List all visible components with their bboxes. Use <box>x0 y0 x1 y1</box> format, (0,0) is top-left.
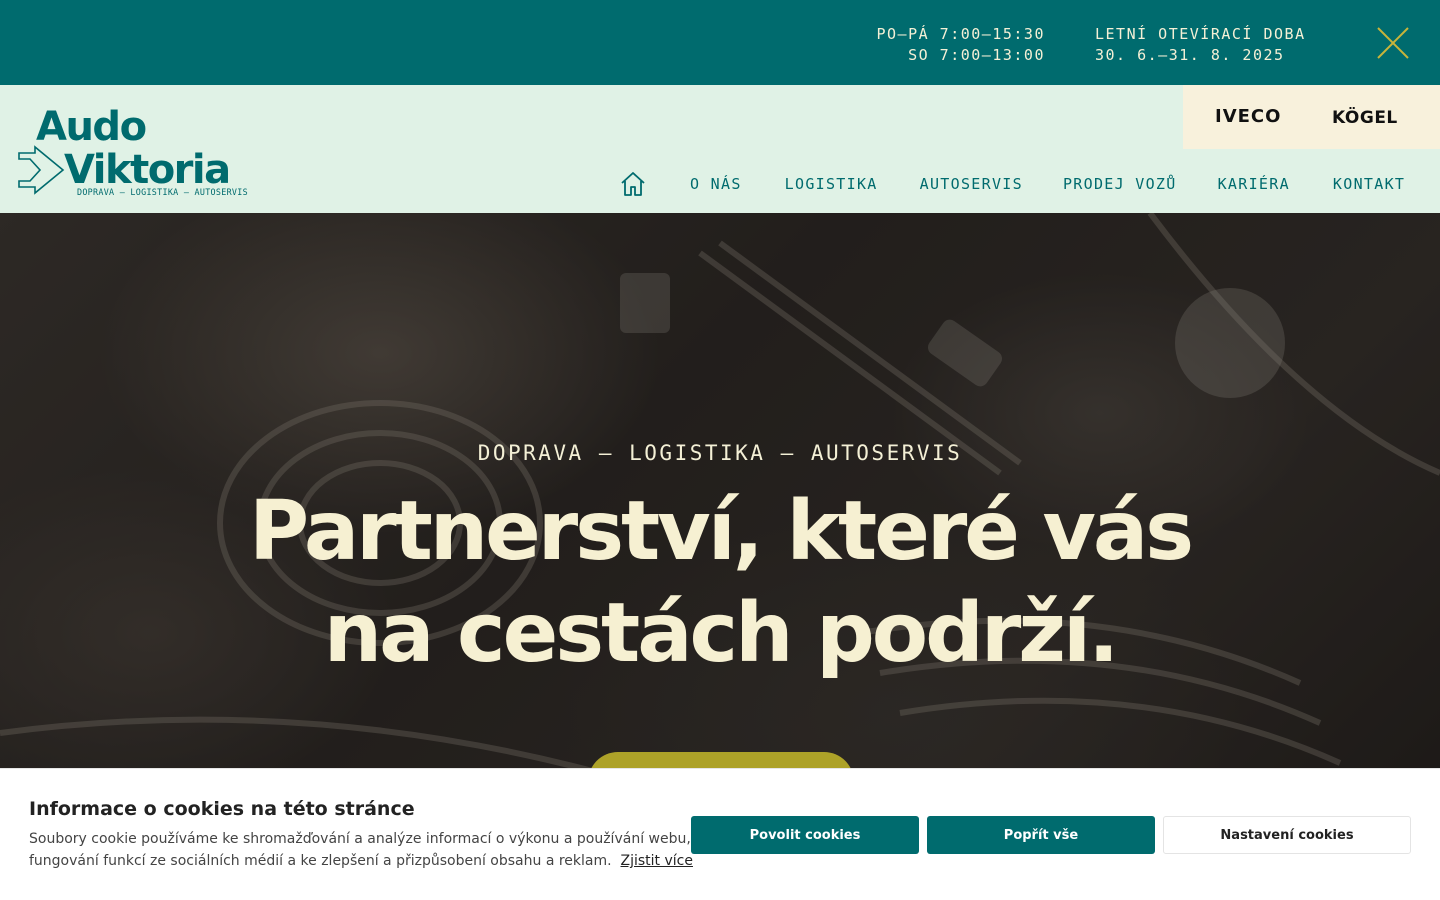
cookie-description: Soubory cookie používáme ke shromažďován… <box>29 831 691 869</box>
nav-item-logistika[interactable]: LOGISTIKA <box>785 175 878 193</box>
logo-line1: Audo <box>36 104 146 150</box>
nav-item-o-nas[interactable]: O NÁS <box>690 175 742 193</box>
logo[interactable]: Audo Viktoria DOPRAVA — LOGISTIKA — AUTO… <box>18 103 278 198</box>
nav-item-kariera[interactable]: KARIÉRA <box>1218 175 1290 193</box>
hero-title-line1: Partnerství, které vás <box>248 484 1194 579</box>
site-header: Audo Viktoria DOPRAVA — LOGISTIKA — AUTO… <box>0 85 1440 213</box>
cookie-learn-more-link[interactable]: Zjistit více <box>621 853 693 869</box>
cookie-settings-button[interactable]: Nastavení cookies <box>1163 816 1411 854</box>
hero-title: Partnerství, které vás na cestách podrží… <box>0 481 1440 685</box>
cookie-banner: Informace o cookies na této stránce Soub… <box>0 768 1440 900</box>
summer-hours-dates: 30. 6.—31. 8. 2025 <box>1095 46 1285 64</box>
home-icon[interactable] <box>620 171 646 197</box>
hours-weekday: PO—PÁ 7:00—15:30 <box>876 25 1045 43</box>
cookie-title: Informace o cookies na této stránce <box>29 798 415 820</box>
cookie-text: Soubory cookie používáme ke shromažďován… <box>29 828 709 872</box>
brand-logos: IVECO KÖGEL <box>1183 85 1440 149</box>
summer-hours-title: LETNÍ OTEVÍRACÍ DOBA <box>1095 25 1306 43</box>
main-nav: O NÁS LOGISTIKA AUTOSERVIS PRODEJ VOZŮ K… <box>620 169 1405 199</box>
allow-cookies-button[interactable]: Povolit cookies <box>691 816 919 854</box>
nav-item-autoservis[interactable]: AUTOSERVIS <box>920 175 1023 193</box>
brand-kogel[interactable]: KÖGEL <box>1332 108 1398 128</box>
summer-hours: LETNÍ OTEVÍRACÍ DOBA 30. 6.—31. 8. 2025 <box>1095 24 1306 66</box>
logo-tagline: DOPRAVA — LOGISTIKA — AUTOSERVIS <box>77 187 248 197</box>
close-icon[interactable] <box>1376 26 1410 60</box>
opening-hours: PO—PÁ 7:00—15:30 SO 7:00—13:00 <box>877 24 1046 66</box>
nav-item-prodej-vozu[interactable]: PRODEJ VOZŮ <box>1063 175 1177 193</box>
nav-item-kontakt[interactable]: KONTAKT <box>1333 175 1405 193</box>
top-info-bar: PO—PÁ 7:00—15:30 SO 7:00—13:00 LETNÍ OTE… <box>0 0 1440 85</box>
hero-tagline: DOPRAVA — LOGISTIKA — AUTOSERVIS <box>477 441 963 465</box>
hours-saturday: SO 7:00—13:00 <box>908 46 1045 64</box>
logo-arrow-icon <box>18 145 65 195</box>
hero-title-line2: na cestách podrží. <box>323 586 1120 681</box>
reject-all-button[interactable]: Popřít vše <box>927 816 1155 854</box>
brand-iveco[interactable]: IVECO <box>1215 106 1281 127</box>
